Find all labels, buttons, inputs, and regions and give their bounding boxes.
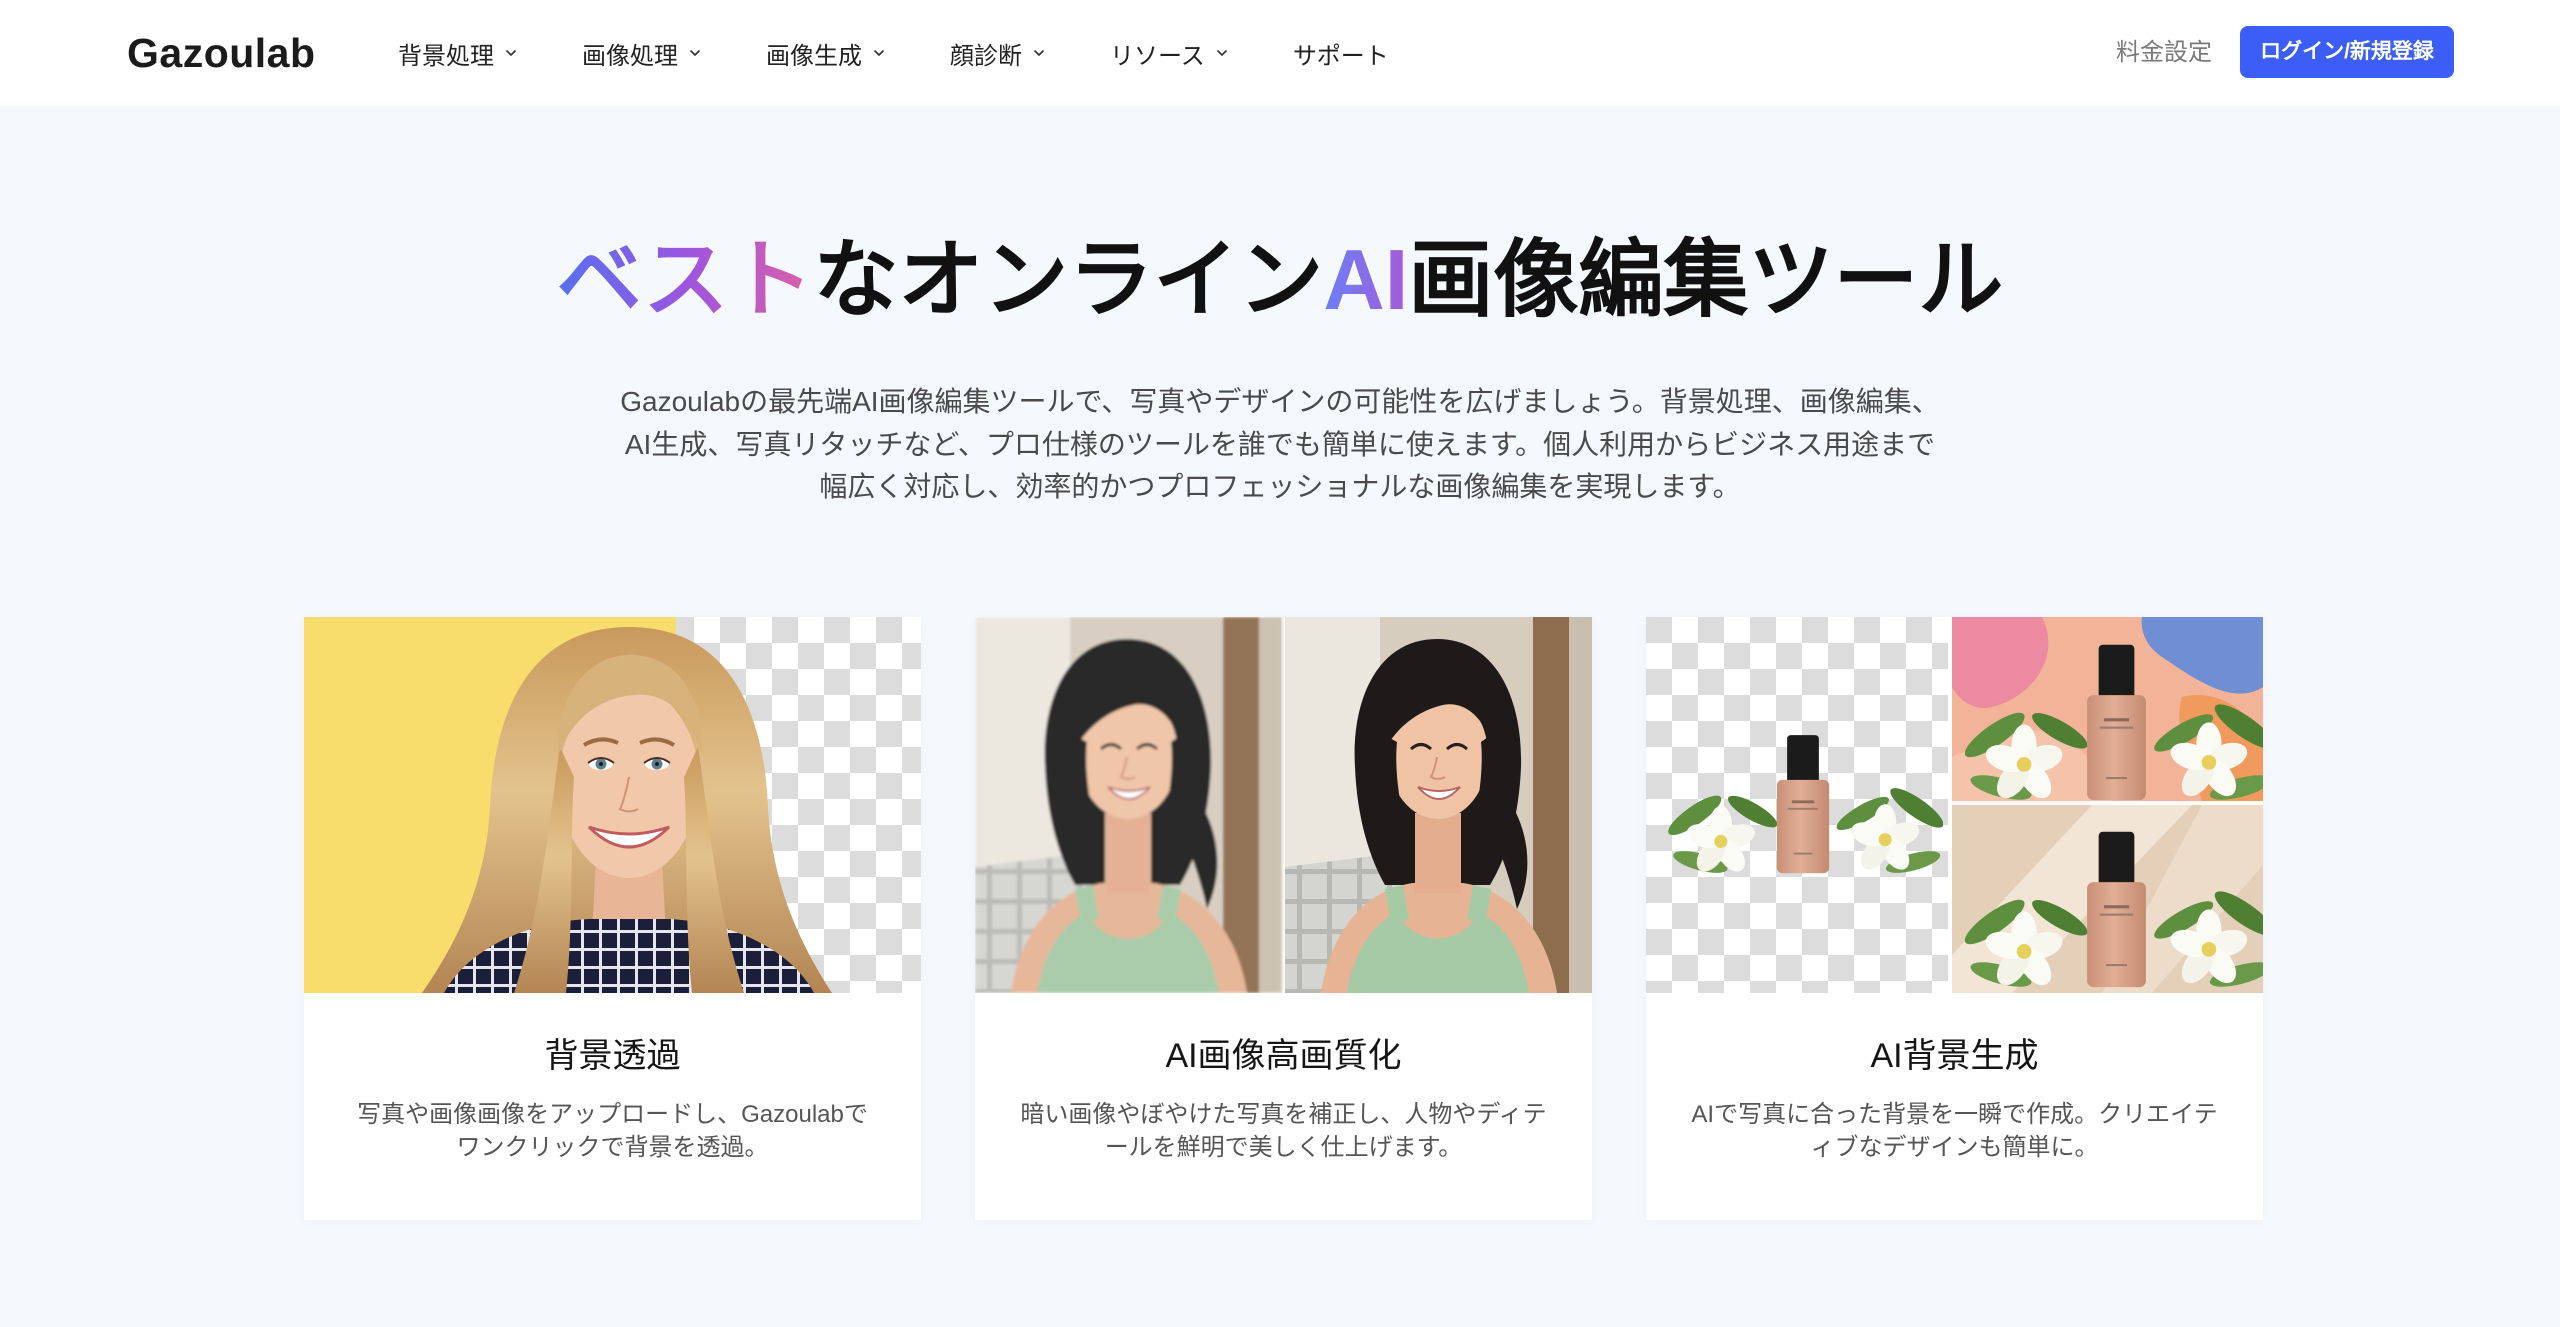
card-title: AI背景生成	[1870, 1037, 2039, 1075]
hero-title-text: 画像編集ツール	[1408, 233, 2004, 328]
chevron-down-icon	[689, 49, 701, 57]
feature-cards: 背景透過 写真や画像画像をアップロードし、Gazoulabで ワンクリックで背景…	[304, 617, 2263, 1220]
chevron-down-icon	[1033, 49, 1045, 57]
nav-item-label: サポート	[1292, 42, 1389, 70]
nav-item-label: 画像生成	[766, 42, 862, 70]
card-description-line: ールを鮮明で美しく仕上げます。	[1104, 1134, 1463, 1161]
card-description: 写真や画像画像をアップロードし、Gazoulabで ワンクリックで背景を透過。	[304, 1098, 921, 1164]
hero-title-highlight-ai: AI	[1323, 233, 1409, 328]
hero-title-highlight-best: ベスト	[556, 233, 814, 328]
feature-card-background-removal[interactable]: 背景透過 写真や画像画像をアップロードし、Gazoulabで ワンクリックで背景…	[304, 617, 921, 1220]
card-description-line: AIで写真に合った背景を一瞬で作成。クリエイテ	[1691, 1101, 2218, 1128]
ai-background-image	[1646, 617, 2263, 993]
background-removal-image	[304, 617, 921, 993]
nav-item-label: リソース	[1110, 42, 1205, 70]
card-description: AIで写真に合った背景を一瞬で作成。クリエイテ ィブなデザインも簡単に。	[1646, 1098, 2263, 1164]
card-title: 背景透過	[544, 1037, 681, 1075]
card-description-line: 暗い画像やぼやけた写真を補正し、人物やディテ	[1020, 1101, 1547, 1128]
nav-item-label: 背景処理	[398, 42, 494, 70]
nav-item-image-generation[interactable]: 画像生成	[766, 36, 885, 71]
feature-card-ai-upscale[interactable]: AI画像高画質化 暗い画像やぼやけた写真を補正し、人物やディテ ールを鮮明で美し…	[975, 617, 1592, 1220]
site-header: Gazoulab 背景処理 画像処理 画像生成 顔診断 リソース サポート 料金…	[0, 0, 2560, 106]
nav-item-support[interactable]: サポート	[1293, 36, 1389, 71]
card-description-line: 写真や画像画像をアップロードし、Gazoulabで	[357, 1101, 868, 1128]
nav-item-label: 画像処理	[582, 42, 678, 70]
hero-title: ベストなオンラインAI画像編集ツール	[0, 234, 2560, 328]
feature-card-ai-background[interactable]: AI背景生成 AIで写真に合った背景を一瞬で作成。クリエイテ ィブなデザインも簡…	[1646, 617, 2263, 1220]
nav-item-background-processing[interactable]: 背景処理	[398, 36, 517, 71]
chevron-down-icon	[1216, 49, 1227, 57]
hero-description-line: 幅広く対応し、効率的かつプロフェッショナルな画像編集を実現します。	[819, 471, 1741, 502]
nav-item-face-diagnosis[interactable]: 顔診断	[950, 36, 1045, 71]
chevron-down-icon	[505, 49, 517, 57]
hero-description-line: AI生成、写真リタッチなど、プロ仕様のツールを誰でも簡単に使えます。個人利用から…	[624, 428, 1936, 460]
main-nav: 背景処理 画像処理 画像生成 顔診断 リソース サポート	[398, 0, 1389, 106]
nav-item-label: 顔診断	[950, 42, 1022, 70]
hero-description: Gazoulabの最先端AI画像編集ツールで、写真やデザインの可能性を広げましょ…	[0, 381, 2560, 509]
card-title: AI画像高画質化	[1165, 1037, 1402, 1075]
card-description-line: ワンクリックで背景を透過。	[456, 1134, 769, 1161]
nav-item-image-processing[interactable]: 画像処理	[582, 36, 701, 71]
card-description: 暗い画像やぼやけた写真を補正し、人物やディテ ールを鮮明で美しく仕上げます。	[975, 1098, 1592, 1164]
hero-title-text: なオンライン	[813, 233, 1324, 328]
chevron-down-icon	[873, 49, 885, 57]
card-description-line: ィブなデザインも簡単に。	[1810, 1134, 2099, 1161]
ai-upscale-image	[975, 617, 1592, 993]
login-signup-button[interactable]: ログイン/新規登録	[2240, 26, 2454, 78]
logo[interactable]: Gazoulab	[127, 0, 316, 106]
pricing-link[interactable]: 料金設定	[2116, 0, 2212, 106]
hero-description-line: Gazoulabの最先端AI画像編集ツールで、写真やデザインの可能性を広げましょ…	[620, 386, 1940, 417]
nav-item-resources[interactable]: リソース	[1110, 36, 1228, 71]
